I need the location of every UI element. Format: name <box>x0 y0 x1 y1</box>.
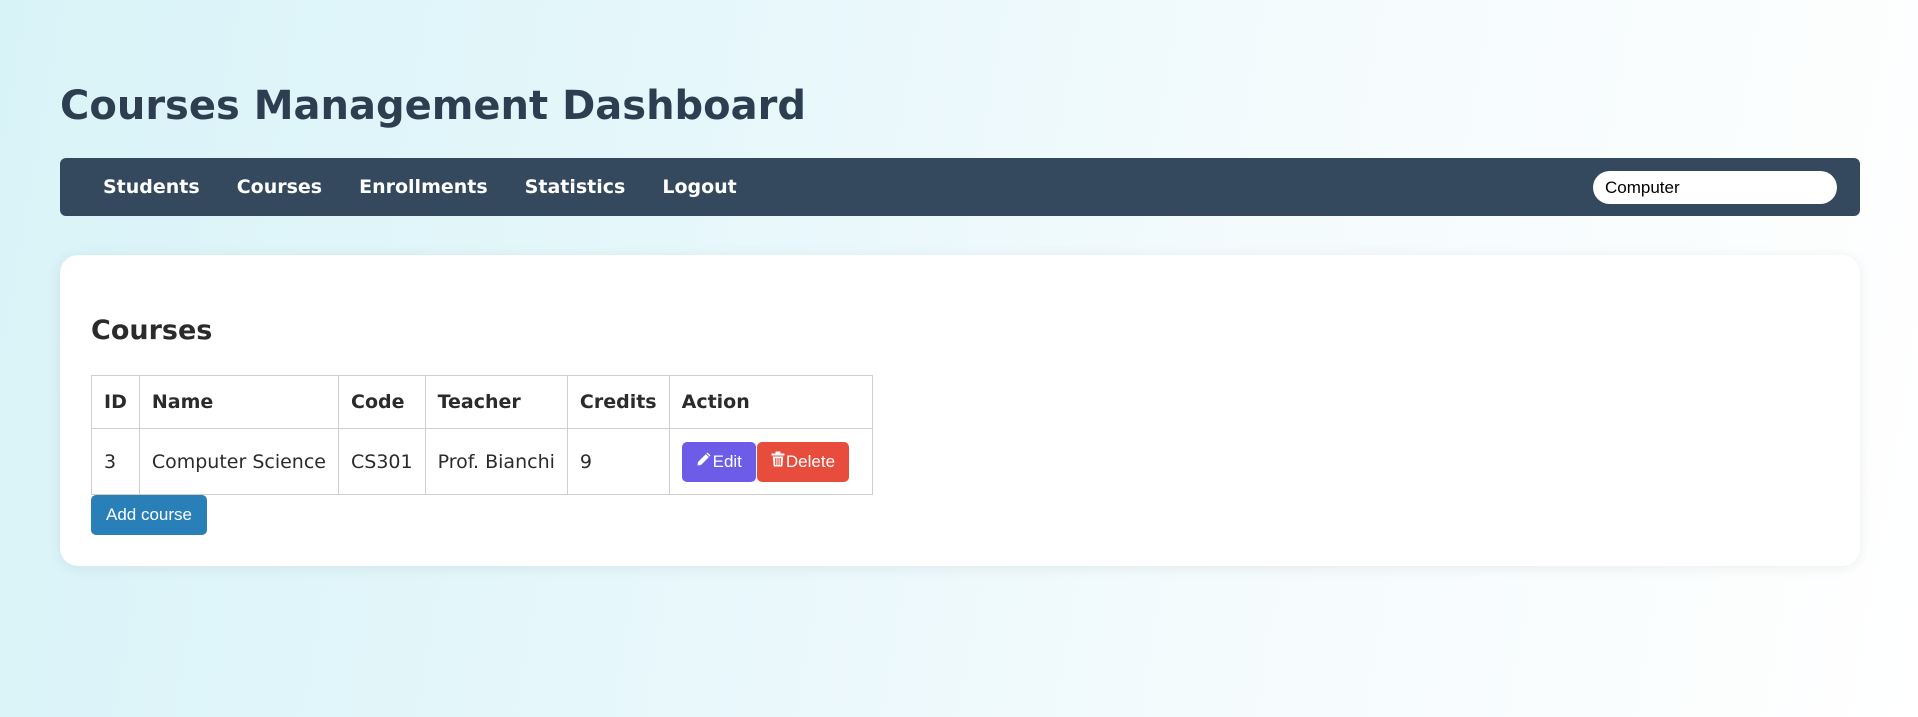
edit-button[interactable]: Edit <box>681 441 756 482</box>
column-header-teacher: Teacher <box>424 375 568 429</box>
nav-item-courses[interactable]: Courses <box>237 176 322 198</box>
cell-code: CS301 <box>338 428 426 495</box>
table-row: 3 Computer Science CS301 Prof. Bianchi 9… <box>91 428 873 495</box>
nav-item-logout[interactable]: Logout <box>662 176 736 198</box>
table-header-row: ID Name Code Teacher Credits Action <box>91 375 873 429</box>
pencil-icon <box>696 451 713 472</box>
cell-id: 3 <box>91 428 140 495</box>
navbar: Students Courses Enrollments Statistics … <box>60 158 1860 216</box>
cell-name: Computer Science <box>138 428 340 495</box>
courses-card: Courses ID Name Code Teacher Credits Act… <box>60 255 1860 566</box>
nav-item-statistics[interactable]: Statistics <box>525 176 626 198</box>
trash-icon <box>771 451 786 472</box>
column-header-action: Action <box>668 375 873 429</box>
courses-table: ID Name Code Teacher Credits Action 3 Co… <box>91 375 873 495</box>
delete-button-label: Delete <box>785 451 836 471</box>
cell-teacher: Prof. Bianchi <box>424 428 568 495</box>
page-title: Courses Management Dashboard <box>60 83 807 129</box>
search-input[interactable] <box>1593 171 1837 204</box>
section-title: Courses <box>91 315 213 346</box>
nav-item-students[interactable]: Students <box>103 176 200 198</box>
cell-credits: 9 <box>566 428 670 495</box>
nav-item-enrollments[interactable]: Enrollments <box>359 176 488 198</box>
column-header-id: ID <box>91 375 140 429</box>
column-header-code: Code <box>338 375 426 429</box>
delete-button[interactable]: Delete <box>756 441 850 482</box>
nav-items: Students Courses Enrollments Statistics … <box>103 158 774 216</box>
column-header-name: Name <box>138 375 340 429</box>
cell-action: Edit Delete <box>668 428 873 495</box>
column-header-credits: Credits <box>566 375 670 429</box>
edit-button-label: Edit <box>712 451 742 471</box>
add-course-button[interactable]: Add course <box>91 495 207 535</box>
